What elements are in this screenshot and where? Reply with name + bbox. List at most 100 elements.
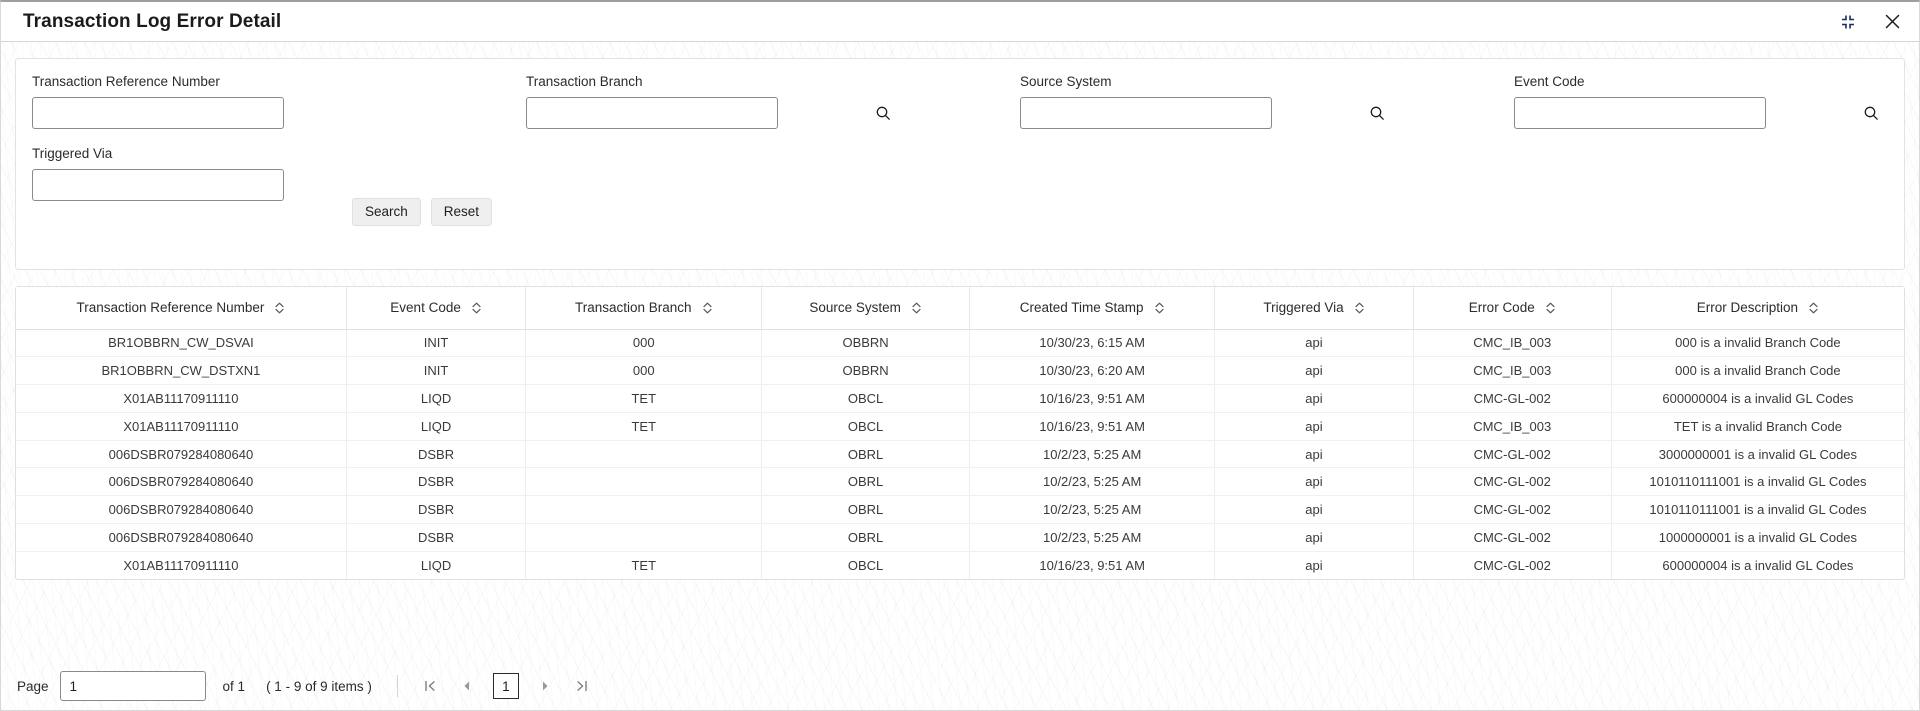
first-page-button[interactable] xyxy=(417,673,443,699)
sort-icon[interactable] xyxy=(1354,301,1365,315)
transaction-log-error-detail-window: Transaction Log Error Detail Transaction… xyxy=(0,0,1920,711)
cell-triggered-via: api xyxy=(1214,551,1414,580)
sort-icon[interactable] xyxy=(471,301,482,315)
sort-icon[interactable] xyxy=(911,301,922,315)
cell-event-code: DSBR xyxy=(346,523,527,552)
search-icon[interactable] xyxy=(1368,104,1386,122)
search-icon[interactable] xyxy=(1862,104,1880,122)
page-number-input[interactable] xyxy=(59,671,206,701)
cell-transaction-reference-number: 006DSBR079284080640 xyxy=(16,440,347,469)
table-row[interactable]: 006DSBR079284080640 DSBR OBRL 10/2/23, 5:25… xyxy=(16,495,1904,525)
field-event-code: Event Code xyxy=(1514,74,1888,129)
cell-event-code: INIT xyxy=(346,356,527,386)
cell-error-description: 1000000001 is a invalid GL Codes xyxy=(1611,523,1904,552)
search-button[interactable]: Search xyxy=(352,198,421,226)
table-row[interactable]: 006DSBR079284080640 DSBR OBRL 10/2/23, 5:25… xyxy=(16,467,1904,497)
search-filter-panel: Transaction Reference Number Transaction… xyxy=(15,58,1905,270)
previous-page-button[interactable] xyxy=(454,673,480,699)
table-header: Transaction Reference Number Event Code Tr… xyxy=(16,287,1904,330)
input-triggered-via[interactable] xyxy=(32,168,284,201)
cell-transaction-reference-number: 006DSBR079284080640 xyxy=(16,495,347,525)
cell-transaction-branch: TET xyxy=(525,551,763,580)
column-header-triggered-via[interactable]: Triggered Via xyxy=(1214,287,1414,330)
cell-triggered-via: api xyxy=(1214,467,1414,497)
sort-icon[interactable] xyxy=(1545,301,1556,315)
cell-error-code: CMC_IB_003 xyxy=(1413,412,1612,441)
cell-transaction-reference-number: BR1OBBRN_CW_DSVAI xyxy=(16,329,347,358)
label-triggered-via: Triggered Via xyxy=(32,145,113,161)
input-transaction-reference-number[interactable] xyxy=(32,96,284,129)
cell-error-description: 1010110111001 is a invalid GL Codes xyxy=(1611,495,1904,525)
cell-transaction-reference-number: BR1OBBRN_CW_DSTXN1 xyxy=(16,356,347,386)
cell-triggered-via: api xyxy=(1214,384,1414,413)
column-header-label: Event Code xyxy=(390,300,461,316)
field-transaction-branch: Transaction Branch xyxy=(526,74,900,129)
cell-transaction-branch: 000 xyxy=(525,356,763,386)
table-row[interactable]: 006DSBR079284080640 DSBR OBRL 10/2/23, 5:25… xyxy=(16,440,1904,469)
next-page-button[interactable] xyxy=(532,673,558,699)
column-header-transaction-reference-number[interactable]: Transaction Reference Number xyxy=(16,287,347,330)
column-header-event-code[interactable]: Event Code xyxy=(346,287,527,330)
column-header-source-system[interactable]: Source System xyxy=(761,287,970,330)
cell-error-description: 000 is a invalid Branch Code xyxy=(1611,329,1904,358)
table-row[interactable]: X01AB11170911110 LIQD TET OBCL 10/16/23, 9:5… xyxy=(16,412,1904,441)
input-wrap-triggered-via xyxy=(32,168,406,201)
sort-icon[interactable] xyxy=(274,301,285,315)
table-row[interactable]: X01AB11170911110 LIQD TET OBCL 10/16/23, 9:5… xyxy=(16,551,1904,580)
label-source-system: Source System xyxy=(1020,74,1112,89)
sort-icon[interactable] xyxy=(1154,301,1165,315)
collapse-icon[interactable] xyxy=(1835,9,1861,35)
cell-source-system: OBCL xyxy=(761,551,970,580)
cell-triggered-via: api xyxy=(1214,412,1414,441)
table-row[interactable]: 006DSBR079284080640 DSBR OBRL 10/2/23, 5:25… xyxy=(16,523,1904,552)
cell-error-code: CMC_IB_003 xyxy=(1413,329,1612,358)
column-header-error-code[interactable]: Error Code xyxy=(1413,287,1612,330)
input-event-code[interactable] xyxy=(1514,96,1766,129)
error-detail-table: Transaction Reference Number Event Code Tr… xyxy=(16,287,1904,580)
cell-triggered-via: api xyxy=(1214,329,1414,358)
close-icon[interactable] xyxy=(1879,9,1905,35)
column-header-error-description[interactable]: Error Description xyxy=(1611,287,1904,330)
filter-action-buttons: Search Reset xyxy=(352,198,493,226)
cell-error-code: CMC_IB_003 xyxy=(1413,356,1612,386)
column-header-transaction-branch[interactable]: Transaction Branch xyxy=(525,287,763,330)
cell-transaction-branch: TET xyxy=(525,412,763,441)
cell-created-time-stamp: 10/30/23, 6:15 AM xyxy=(969,329,1216,358)
total-pages-text: of 1 xyxy=(222,678,246,694)
page-title: Transaction Log Error Detail xyxy=(23,10,282,32)
cell-error-description: 3000000001 is a invalid GL Codes xyxy=(1611,440,1904,469)
page-number-1[interactable]: 1 xyxy=(492,673,519,699)
cell-source-system: OBCL xyxy=(761,384,970,413)
column-header-label: Source System xyxy=(809,300,901,316)
cell-error-code: CMC-GL-002 xyxy=(1413,495,1612,525)
filter-field-grid: Transaction Reference Number Transaction… xyxy=(32,74,1888,201)
cell-event-code: LIQD xyxy=(346,551,527,580)
cell-event-code: DSBR xyxy=(346,495,527,525)
column-header-created-time-stamp[interactable]: Created Time Stamp xyxy=(969,287,1216,330)
search-icon[interactable] xyxy=(874,104,892,122)
column-header-label: Transaction Reference Number xyxy=(76,300,265,316)
table-row[interactable]: BR1OBBRN_CW_DSTXN1 INIT 000 OBBRN 10/30/23, … xyxy=(16,356,1904,386)
item-range-text: ( 1 - 9 of 9 items ) xyxy=(266,678,372,694)
page-label: Page xyxy=(17,678,49,694)
cell-transaction-branch xyxy=(525,467,763,497)
cell-created-time-stamp: 10/2/23, 5:25 AM xyxy=(969,440,1216,469)
cell-triggered-via: api xyxy=(1214,495,1414,525)
input-source-system[interactable] xyxy=(1020,96,1272,129)
last-page-button[interactable] xyxy=(569,673,595,699)
table-header-row: Transaction Reference Number Event Code Tr… xyxy=(16,287,1904,330)
table-row[interactable]: X01AB11170911110 LIQD TET OBCL 10/16/23, 9:5… xyxy=(16,384,1904,413)
table-row[interactable]: BR1OBBRN_CW_DSVAI INIT 000 OBBRN 10/30/23, 6… xyxy=(16,329,1904,358)
sort-icon[interactable] xyxy=(702,301,713,315)
sort-icon[interactable] xyxy=(1808,301,1819,315)
cell-transaction-branch xyxy=(525,523,763,552)
cell-event-code: LIQD xyxy=(346,384,527,413)
column-header-label: Triggered Via xyxy=(1263,300,1344,316)
cell-source-system: OBRL xyxy=(761,440,970,469)
input-transaction-branch[interactable] xyxy=(526,96,778,129)
reset-button[interactable]: Reset xyxy=(430,198,493,226)
cell-error-description: TET is a invalid Branch Code xyxy=(1611,412,1904,441)
cell-error-description: 600000004 is a invalid GL Codes xyxy=(1662,558,1854,574)
cell-created-time-stamp: 10/2/23, 5:25 AM xyxy=(969,467,1216,497)
label-event-code: Event Code xyxy=(1514,74,1585,89)
